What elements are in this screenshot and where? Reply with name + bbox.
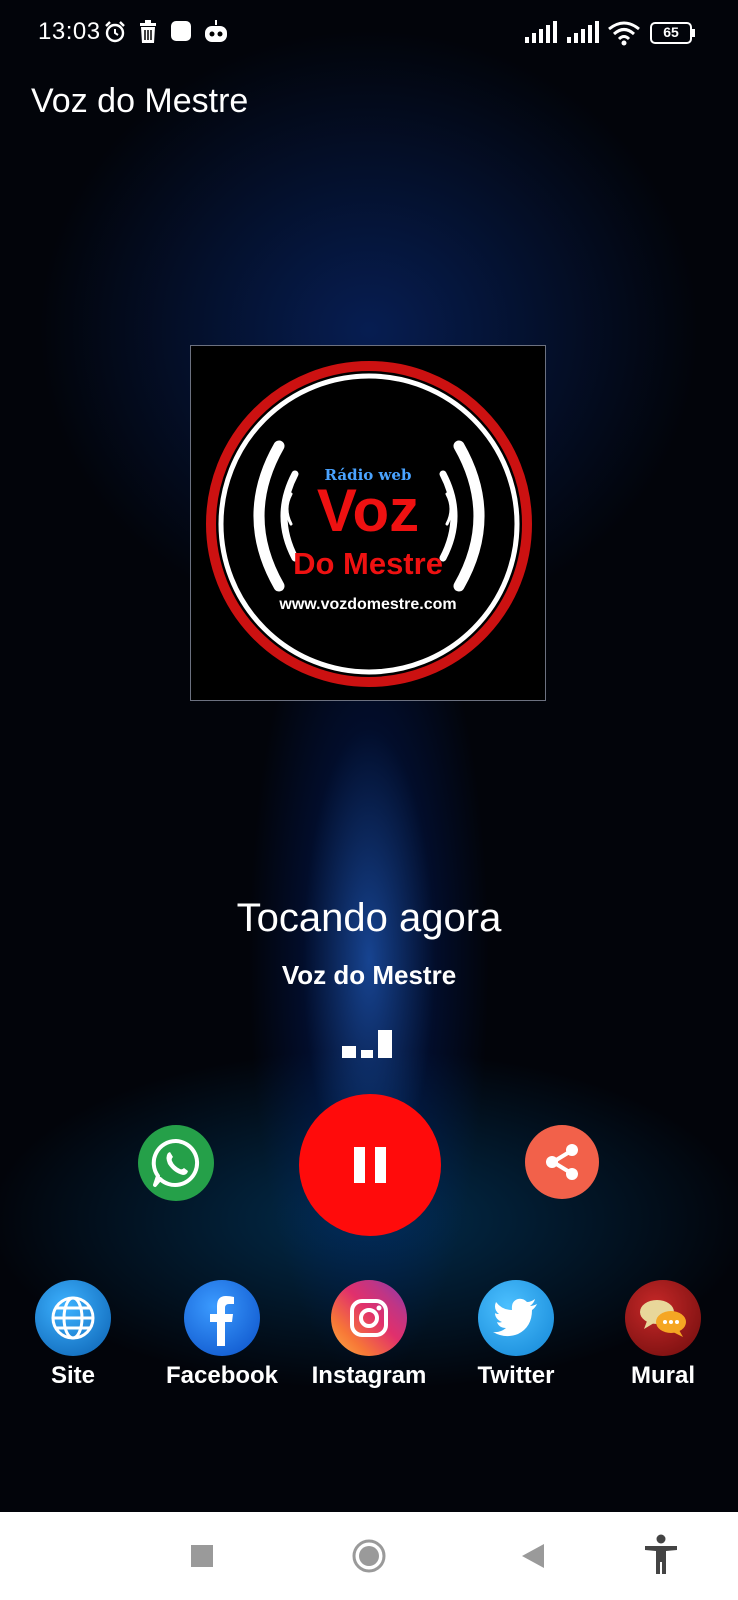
home-circle-icon[interactable] bbox=[351, 1538, 387, 1574]
signal-icon bbox=[525, 21, 557, 43]
alarm-icon bbox=[105, 21, 125, 43]
logo-sub-text: Do Mestre bbox=[293, 546, 443, 581]
pause-icon bbox=[354, 1147, 386, 1183]
share-icon bbox=[546, 1144, 578, 1180]
signal-icon bbox=[567, 21, 599, 43]
social-instagram[interactable]: Instagram bbox=[294, 1280, 444, 1390]
trash-icon bbox=[140, 20, 156, 43]
recents-square-icon[interactable] bbox=[190, 1544, 214, 1568]
radio-player-screen: 13:03 65 Voz do Mestre Rádio web Voz Do … bbox=[0, 0, 738, 1600]
instagram-icon bbox=[331, 1280, 407, 1356]
social-label: Instagram bbox=[311, 1362, 427, 1389]
whatsapp-button[interactable] bbox=[138, 1125, 214, 1201]
facebook-icon bbox=[184, 1280, 260, 1356]
social-mural[interactable]: Mural bbox=[588, 1280, 738, 1390]
now-playing-label: Tocando agora bbox=[236, 896, 502, 940]
status-time: 13:03 bbox=[38, 18, 101, 45]
social-label: Twitter bbox=[477, 1362, 555, 1389]
globe-icon bbox=[35, 1280, 111, 1356]
app-title: Voz do Mestre bbox=[31, 82, 249, 120]
robot-icon bbox=[205, 20, 227, 42]
social-twitter[interactable]: Twitter bbox=[441, 1280, 591, 1390]
app-icon bbox=[171, 21, 191, 41]
share-button[interactable] bbox=[525, 1125, 599, 1199]
social-facebook[interactable]: Facebook bbox=[147, 1280, 297, 1390]
social-label: Mural bbox=[630, 1362, 695, 1389]
battery-level: 65 bbox=[663, 24, 679, 40]
equalizer-icon bbox=[342, 1030, 392, 1058]
now-playing-station: Voz do Mestre bbox=[281, 960, 457, 990]
status-bar: 13:03 65 bbox=[0, 0, 738, 66]
logo-big-text: Voz bbox=[316, 477, 420, 544]
social-label: Site bbox=[50, 1362, 95, 1389]
back-triangle-icon[interactable] bbox=[520, 1542, 546, 1570]
social-site[interactable]: Site bbox=[0, 1280, 148, 1390]
logo-url: www.vozdomestre.com bbox=[279, 596, 457, 613]
battery-icon: 65 bbox=[650, 22, 695, 44]
wifi-icon bbox=[608, 21, 640, 46]
chat-bubbles-icon bbox=[625, 1280, 701, 1356]
social-label: Facebook bbox=[165, 1362, 279, 1389]
system-nav-bar bbox=[0, 1512, 738, 1600]
station-logo: Rádio web Voz Do Mestre www.vozdomestre.… bbox=[190, 345, 546, 701]
twitter-icon bbox=[478, 1280, 554, 1356]
accessibility-icon[interactable] bbox=[643, 1534, 679, 1576]
whatsapp-icon bbox=[151, 1138, 200, 1187]
play-pause-button[interactable] bbox=[299, 1094, 441, 1236]
